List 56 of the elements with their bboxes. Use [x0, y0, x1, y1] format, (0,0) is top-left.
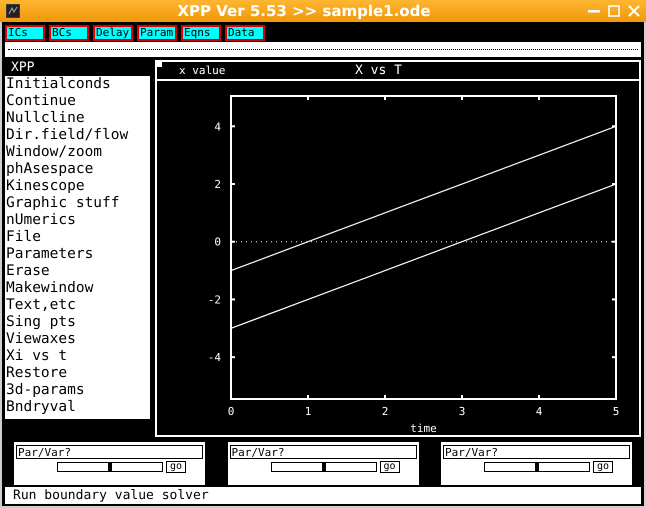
slider[interactable]	[270, 462, 376, 472]
graph-title: X vs T	[355, 62, 402, 78]
window-title: XPP Ver 5.53 >> sample1.ode	[176, 2, 432, 20]
slider[interactable]	[57, 462, 163, 472]
x-tick-label: 1	[304, 404, 312, 418]
menu-item[interactable]: Parameters	[5, 246, 150, 263]
y-axis-label: x value	[179, 64, 226, 77]
menu-item[interactable]: Bndryval	[5, 398, 150, 416]
x-tick-label: 3	[458, 404, 466, 418]
slider-thumb[interactable]	[535, 462, 539, 472]
go-button[interactable]: go	[166, 460, 186, 473]
y-tick-label: 2	[214, 178, 221, 191]
menu-item[interactable]: Kinescope	[5, 178, 150, 195]
menu-item[interactable]: Erase	[5, 262, 150, 280]
y-tick-label: -4	[208, 351, 221, 364]
x-tick-label: 2	[382, 404, 388, 418]
menu-item[interactable]: Xi vs t	[5, 348, 150, 365]
menu-item[interactable]: Text,etc	[5, 296, 150, 314]
go-button[interactable]: go	[380, 460, 400, 473]
toolbar-button[interactable]: Data	[225, 25, 265, 41]
status-bar: Run boundary value solver	[5, 487, 641, 504]
parameter-field[interactable]: Par/Var?	[16, 444, 203, 459]
slider-thumb[interactable]	[108, 462, 112, 472]
y-tick-label: 0	[214, 236, 221, 249]
toolbar-button[interactable]: Eqns	[181, 25, 221, 41]
toolbar-button[interactable]: Delay	[93, 25, 133, 41]
menu-item[interactable]: Makewindow	[5, 280, 150, 297]
y-tick-label: 4	[214, 120, 221, 134]
x-tick-label: 5	[612, 404, 620, 418]
menu-item[interactable]: Initialconds	[5, 76, 150, 93]
slider-thumb[interactable]	[322, 462, 326, 472]
menu-item[interactable]: Viewaxes	[5, 330, 150, 348]
app-icon	[6, 4, 20, 18]
menu-item[interactable]: Continue	[5, 92, 150, 110]
menu-item[interactable]: Dir.field/flow	[5, 126, 150, 144]
toolbar-button[interactable]: Param	[137, 25, 177, 41]
menu-item[interactable]: Graphic stuff	[5, 194, 150, 212]
slider[interactable]	[484, 462, 590, 472]
x-tick-label: 4	[536, 404, 542, 418]
menu-item[interactable]: 3d-params	[5, 382, 150, 399]
menu-item[interactable]: Sing pts	[5, 314, 150, 331]
menu-item[interactable]: nUmerics	[5, 212, 150, 229]
toolbar-button[interactable]: BCs	[49, 25, 89, 41]
menu-item[interactable]: Restore	[5, 364, 150, 382]
menu-title: XPP	[10, 60, 36, 76]
menu-item[interactable]: File	[5, 228, 150, 246]
x-axis-label: time	[410, 422, 437, 433]
parameter-field[interactable]: Par/Var?	[230, 444, 416, 459]
y-tick-label: -2	[208, 293, 221, 306]
menu-item[interactable]: Nullcline	[5, 110, 150, 127]
parameter-field[interactable]: Par/Var?	[443, 444, 630, 459]
go-button[interactable]: go	[593, 460, 613, 473]
menu-item[interactable]: Window/zoom	[5, 144, 150, 161]
toolbar-button[interactable]: ICs	[5, 25, 45, 41]
menu-item[interactable]: phAsespace	[5, 160, 150, 178]
x-tick-label: 0	[228, 404, 234, 418]
